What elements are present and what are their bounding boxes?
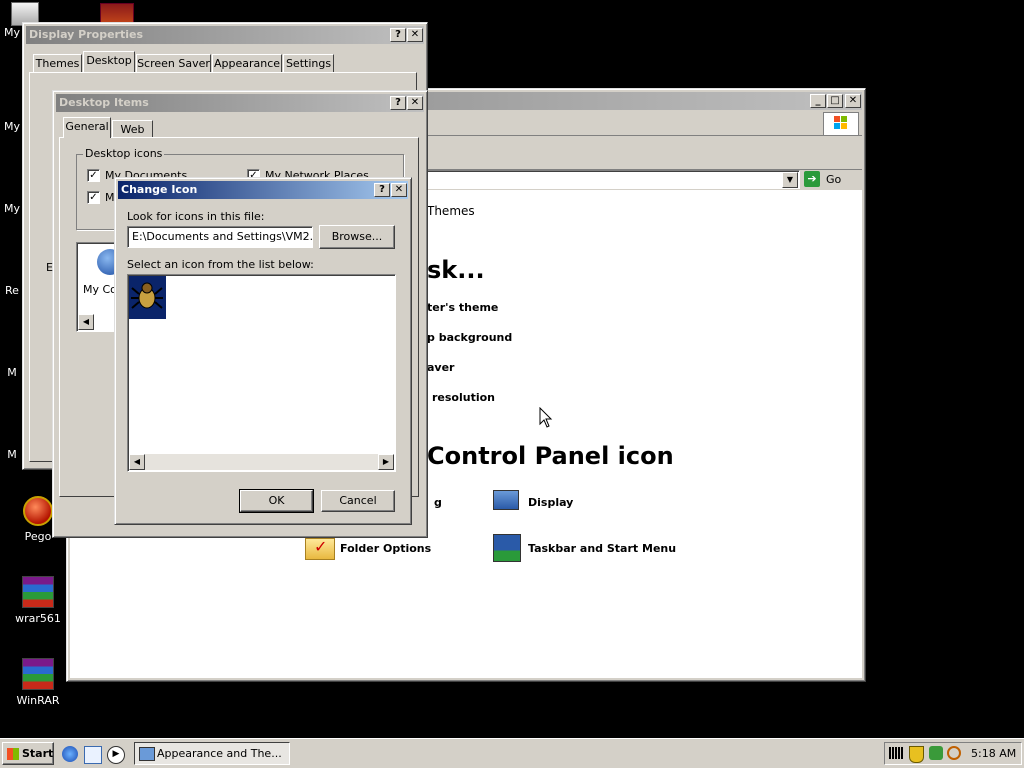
icon-option-selected[interactable] (129, 276, 166, 319)
tab-appearance[interactable]: Appearance (212, 54, 282, 72)
window-title: Desktop Items (59, 96, 149, 109)
help-button[interactable]: ? (390, 96, 406, 110)
taskbar-icon (493, 534, 521, 562)
mouse-cursor-icon (539, 407, 553, 428)
pick-task-heading: sk... (427, 256, 485, 284)
desktop-icon-network[interactable]: My (0, 202, 24, 215)
cp-icon-partial-label[interactable]: g (434, 496, 442, 509)
cp-item-display-label[interactable]: Display (528, 496, 573, 509)
shield-icon[interactable] (909, 746, 924, 763)
start-button[interactable]: Start (2, 742, 54, 765)
group-label: Desktop icons (83, 147, 165, 160)
tab-general[interactable]: General (63, 117, 111, 138)
control-panel-icon (139, 747, 155, 761)
winrar-icon (22, 576, 54, 608)
task-link-screensaver[interactable]: aver (427, 361, 454, 374)
cp-item-display[interactable] (491, 486, 523, 518)
desktop-icon-label: M (7, 448, 17, 461)
maximize-button[interactable]: □ (827, 94, 843, 108)
ok-button[interactable]: OK (239, 489, 314, 513)
windows-logo-icon (7, 748, 19, 760)
windows-logo-icon (823, 112, 859, 136)
partial-label: E (46, 261, 53, 274)
spider-icon (131, 282, 163, 309)
chevron-down-icon[interactable]: ▼ (782, 172, 798, 188)
folder-options-icon: ✓ (305, 537, 335, 560)
taskbar-button-appearance[interactable]: Appearance and The... (134, 742, 290, 765)
close-button[interactable]: ✕ (407, 28, 423, 42)
checkbox-my-computer[interactable]: ✓ (87, 191, 100, 204)
scroll-left-button[interactable]: ◀ (78, 314, 94, 330)
cp-item-taskbar[interactable] (491, 532, 523, 564)
close-button[interactable]: ✕ (391, 183, 407, 197)
display-icon (493, 490, 519, 510)
task-link-background[interactable]: p background (427, 331, 512, 344)
go-button[interactable]: ➔ Go (802, 170, 852, 189)
show-desktop-icon[interactable] (84, 746, 102, 764)
media-player-icon[interactable]: ▶ (107, 746, 125, 764)
tab-themes[interactable]: Themes (33, 54, 82, 72)
help-button[interactable]: ? (374, 183, 390, 197)
taskbar-button-label: Appearance and The... (157, 747, 282, 760)
desktop-icon-winrar[interactable]: WinRAR (12, 658, 64, 707)
cp-item-folder-options-label[interactable]: Folder Options (340, 542, 431, 555)
horizontal-scrollbar[interactable]: ◀ ▶ (129, 454, 394, 470)
clock[interactable]: 5:18 AM (971, 747, 1016, 760)
list-label: Select an icon from the list below: (127, 258, 314, 271)
change-icon-titlebar: Change Icon ? ✕ (118, 181, 408, 199)
browse-button[interactable]: Browse... (319, 225, 395, 249)
system-tray: 5:18 AM (884, 742, 1022, 765)
desktop-icon-wrar561[interactable]: wrar561 (12, 576, 64, 625)
icon-file-value: E:\Documents and Settings\VM2.COL (132, 230, 313, 243)
checkbox-my-documents[interactable]: ✓ (87, 169, 100, 182)
winrar-icon (22, 658, 54, 690)
task-link-theme[interactable]: ter's theme (427, 301, 498, 314)
desktop-icon-label: My (3, 202, 20, 215)
icon-list[interactable]: ◀ ▶ (127, 274, 396, 472)
desktop-icon-label: WinRAR (16, 694, 60, 707)
close-button[interactable]: ✕ (407, 96, 423, 110)
display-properties-titlebar: Display Properties ? ✕ (26, 26, 424, 44)
change-icon-dialog: Change Icon ? ✕ Look for icons in this f… (114, 177, 412, 525)
tab-screen-saver[interactable]: Screen Saver (136, 54, 211, 72)
desktop-items-titlebar: Desktop Items ? ✕ (56, 94, 424, 112)
window-title: Change Icon (121, 183, 198, 196)
desktop-icon-label: M (7, 366, 17, 379)
tab-desktop[interactable]: Desktop (83, 51, 135, 72)
pick-icon-heading: Control Panel icon (427, 442, 674, 470)
scroll-left-button[interactable]: ◀ (129, 454, 145, 470)
desktop-icon-label: My (3, 120, 20, 133)
icon-file-input[interactable]: E:\Documents and Settings\VM2.COL (127, 226, 313, 248)
desktop-icon-label: wrar561 (15, 612, 61, 625)
list-item[interactable]: My Co (83, 283, 117, 296)
task-link-resolution[interactable]: resolution (432, 391, 495, 404)
close-button[interactable]: ✕ (845, 94, 861, 108)
start-label: Start (22, 747, 54, 760)
desktop-icon-label: Re (5, 284, 19, 297)
help-button[interactable]: ? (390, 28, 406, 42)
file-label: Look for icons in this file: (127, 210, 265, 223)
cp-item-taskbar-label[interactable]: Taskbar and Start Menu (528, 542, 676, 555)
minimize-button[interactable]: _ (810, 94, 826, 108)
themes-link[interactable]: Themes (427, 204, 475, 218)
tab-web[interactable]: Web (112, 120, 153, 138)
taskbar: Start ▶ Appearance and The... 5:18 AM (0, 738, 1024, 768)
pego-icon (23, 496, 53, 526)
tab-settings[interactable]: Settings (283, 54, 334, 72)
window-title: Display Properties (29, 28, 144, 41)
cancel-button[interactable]: Cancel (321, 490, 395, 512)
scroll-right-button[interactable]: ▶ (378, 454, 394, 470)
desktop-icon-recycle-bin[interactable]: Re (0, 284, 24, 297)
desktop-icon-program[interactable]: M (0, 366, 24, 379)
go-arrow-icon: ➔ (804, 171, 820, 187)
keyboard-icon[interactable] (889, 747, 903, 759)
go-label: Go (826, 173, 842, 186)
search-icon[interactable] (947, 746, 961, 760)
desktop-icon-program-2[interactable]: M (0, 448, 24, 461)
ie-icon[interactable] (62, 746, 78, 762)
network-icon[interactable] (929, 746, 943, 760)
desktop-icon-my-computer[interactable]: My (0, 120, 24, 133)
